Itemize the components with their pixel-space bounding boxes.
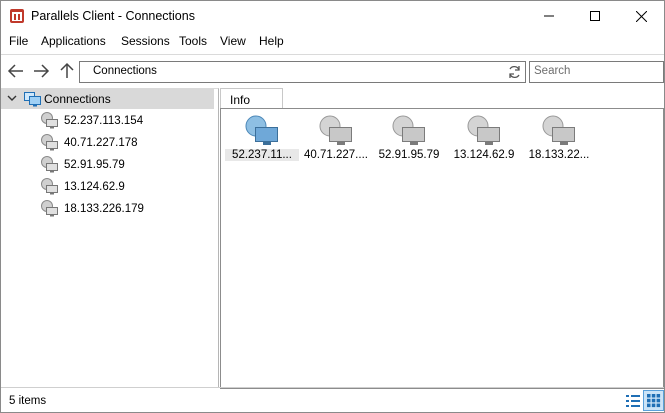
address-bar[interactable]: Connections	[79, 61, 506, 83]
up-arrow-icon[interactable]	[58, 62, 76, 80]
close-icon	[635, 10, 647, 22]
tab-info-label: Info	[230, 93, 251, 107]
menu-tools[interactable]: Tools	[179, 34, 207, 48]
list-view-icon[interactable]	[623, 391, 642, 410]
connection-tile-52-91-95-79[interactable]: 52.91.95.79	[372, 115, 446, 167]
remote-desktop-icon	[392, 115, 425, 145]
chevron-down-icon[interactable]	[7, 93, 17, 103]
tree-item-label: 52.237.113.154	[64, 115, 144, 127]
tab-info[interactable]: Info	[220, 88, 283, 109]
menu-view[interactable]: View	[220, 34, 246, 48]
menu-sessions[interactable]: Sessions	[121, 34, 170, 48]
maximize-icon	[590, 11, 600, 21]
connection-tile-label: 18.133.22...	[528, 149, 590, 161]
connection-tile-label: 52.91.95.79	[378, 149, 440, 161]
tree-item-label: 13.124.62.9	[64, 181, 125, 193]
connection-tile-18-133-226-179[interactable]: 18.133.22...	[522, 115, 596, 167]
menu-file[interactable]: File	[9, 34, 28, 48]
tree-item-52-237-113-154[interactable]: 52.237.113.154	[41, 111, 211, 131]
search-box[interactable]	[529, 61, 664, 83]
window-title: Parallels Client - Connections	[31, 9, 195, 23]
menu-bar: File Applications Sessions Tools View He…	[1, 31, 664, 52]
toolbar: Connections	[1, 54, 664, 88]
search-input[interactable]	[530, 62, 663, 80]
connections-folder-icon	[24, 92, 41, 107]
tree-item-40-71-227-178[interactable]: 40.71.227.178	[41, 133, 211, 153]
remote-desktop-icon	[41, 156, 58, 173]
connection-tile-label: 40.71.227....	[304, 149, 368, 161]
app-window: Parallels Client - Connections File Appl…	[0, 0, 665, 413]
menu-applications[interactable]: Applications	[41, 34, 106, 48]
status-item-count: 5 items	[9, 395, 47, 407]
tree-item-label: 18.133.226.179	[64, 203, 144, 215]
minimize-button[interactable]	[526, 1, 572, 31]
refresh-button[interactable]	[504, 61, 526, 83]
remote-desktop-icon	[319, 115, 352, 145]
tree-item-label: 40.71.227.178	[64, 137, 138, 149]
forward-arrow-icon[interactable]	[32, 62, 50, 80]
connection-tile-13-124-62-9[interactable]: 13.124.62.9	[447, 115, 521, 167]
menu-help[interactable]: Help	[259, 34, 284, 48]
back-arrow-icon[interactable]	[7, 62, 25, 80]
tree-item-18-133-226-179[interactable]: 18.133.226.179	[41, 199, 211, 219]
remote-desktop-icon	[245, 115, 278, 145]
tab-strip: Info	[220, 88, 664, 109]
tree-item-52-91-95-79[interactable]: 52.91.95.79	[41, 155, 211, 175]
status-bar: 5 items	[1, 387, 664, 412]
minimize-icon	[544, 15, 554, 17]
connection-tile-52-237-113-154[interactable]: 52.237.11...	[225, 115, 299, 167]
remote-desktop-icon	[41, 134, 58, 151]
maximize-button[interactable]	[572, 1, 618, 31]
remote-desktop-icon	[41, 200, 58, 217]
tree-item-label: 52.91.95.79	[64, 159, 125, 171]
grid-view-icon[interactable]	[643, 390, 664, 411]
remote-desktop-icon	[41, 178, 58, 195]
close-button[interactable]	[618, 1, 664, 31]
refresh-icon	[509, 65, 520, 79]
tree-item-13-124-62-9[interactable]: 13.124.62.9	[41, 177, 211, 197]
connection-tile-label: 52.237.11...	[225, 149, 299, 161]
connections-tree: Connections 52.237.113.154 40.71.227.178	[1, 88, 219, 388]
title-bar: Parallels Client - Connections	[1, 1, 664, 31]
connections-view: 52.237.11... 40.71.227.... 52.91.95.79 1…	[220, 108, 664, 389]
remote-desktop-icon	[41, 112, 58, 129]
address-text: Connections	[93, 65, 157, 77]
connection-tile-40-71-227-178[interactable]: 40.71.227....	[299, 115, 373, 167]
tree-root-connections[interactable]: Connections	[1, 89, 214, 109]
tree-root-label: Connections	[44, 92, 111, 106]
remote-desktop-icon	[542, 115, 575, 145]
connection-tile-label: 13.124.62.9	[453, 149, 515, 161]
parallels-app-icon	[10, 9, 24, 23]
remote-desktop-icon	[467, 115, 500, 145]
